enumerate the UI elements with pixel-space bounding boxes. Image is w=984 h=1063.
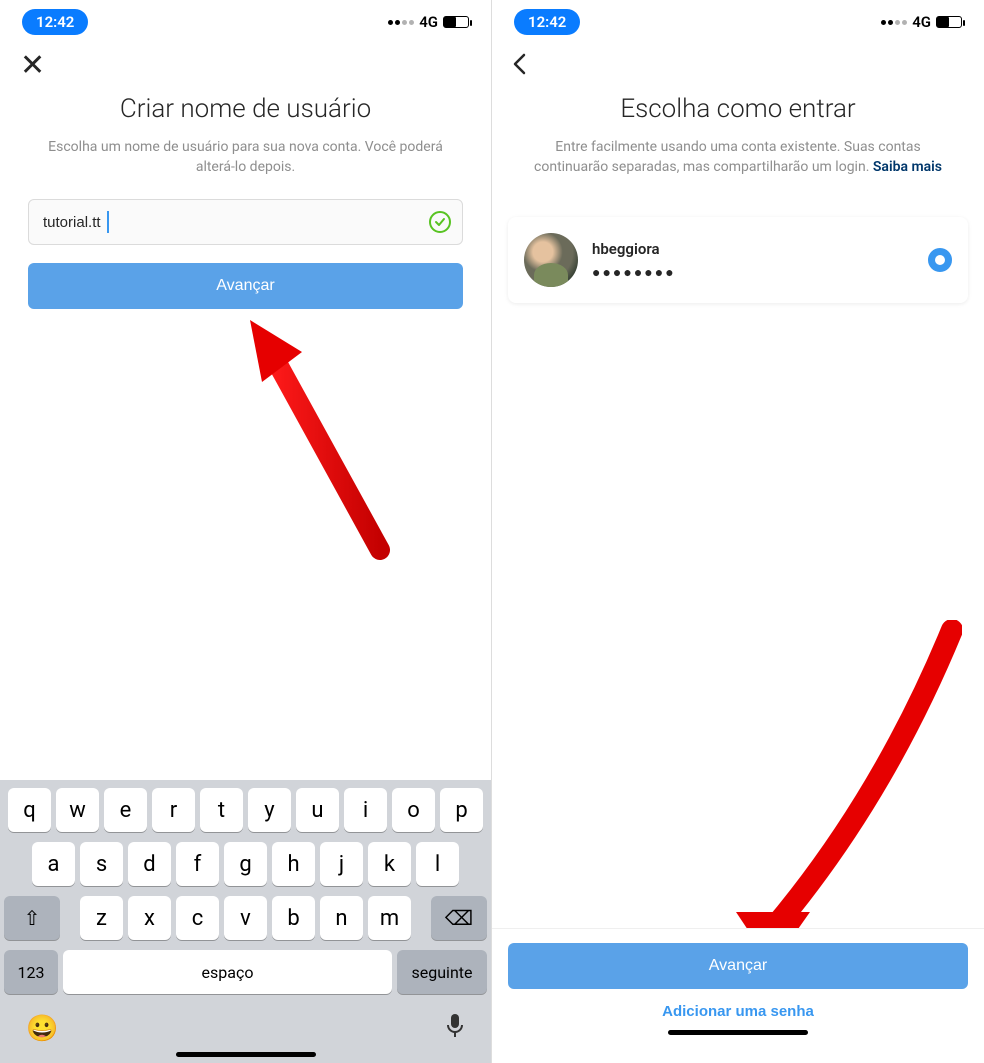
emoji-key[interactable]: 😀	[26, 1014, 58, 1044]
key-x[interactable]: x	[128, 896, 171, 940]
status-time: 12:42	[22, 9, 88, 35]
key-v[interactable]: v	[224, 896, 267, 940]
numbers-key[interactable]: 123	[4, 950, 58, 994]
account-password-masked: ●●●●●●●●	[592, 264, 914, 281]
key-t[interactable]: t	[200, 788, 243, 832]
key-i[interactable]: i	[344, 788, 387, 832]
avatar	[524, 233, 578, 287]
next-button[interactable]: Avançar	[508, 943, 968, 989]
page-subtitle: Entre facilmente usando uma conta existe…	[520, 138, 956, 177]
key-h[interactable]: h	[272, 842, 315, 886]
key-u[interactable]: u	[296, 788, 339, 832]
next-button[interactable]: Avançar	[28, 263, 463, 309]
key-z[interactable]: z	[80, 896, 123, 940]
close-icon[interactable]: ✕	[20, 51, 45, 81]
page-title: Criar nome de usuário	[28, 94, 463, 124]
key-p[interactable]: p	[440, 788, 483, 832]
signal-icon	[388, 20, 414, 25]
home-indicator	[668, 1030, 808, 1035]
status-bar: 12:42 4G	[492, 0, 984, 44]
annotation-arrow-icon	[230, 310, 400, 570]
signal-icon	[881, 20, 907, 25]
account-username: hbeggiora	[592, 240, 914, 258]
add-password-link[interactable]: Adicionar uma senha	[508, 1003, 968, 1020]
key-w[interactable]: w	[56, 788, 99, 832]
key-o[interactable]: o	[392, 788, 435, 832]
key-b[interactable]: b	[272, 896, 315, 940]
network-label: 4G	[912, 13, 931, 31]
key-c[interactable]: c	[176, 896, 219, 940]
status-time: 12:42	[514, 9, 580, 35]
network-label: 4G	[419, 13, 438, 31]
status-indicators: 4G	[388, 13, 469, 31]
radio-selected-icon[interactable]	[928, 248, 952, 272]
keyboard-next-key[interactable]: seguinte	[397, 950, 487, 994]
backspace-key[interactable]: ⌫	[431, 896, 487, 940]
page-subtitle: Escolha um nome de usuário para sua nova…	[28, 138, 463, 177]
page-title: Escolha como entrar	[520, 94, 956, 124]
key-e[interactable]: e	[104, 788, 147, 832]
username-input-wrap	[28, 199, 463, 245]
battery-icon	[936, 16, 962, 28]
key-a[interactable]: a	[32, 842, 75, 886]
key-l[interactable]: l	[416, 842, 459, 886]
key-g[interactable]: g	[224, 842, 267, 886]
space-key[interactable]: espaço	[63, 950, 392, 994]
home-indicator	[176, 1052, 316, 1057]
key-m[interactable]: m	[368, 896, 411, 940]
battery-icon	[443, 16, 469, 28]
mic-icon[interactable]	[445, 1013, 465, 1045]
key-y[interactable]: y	[248, 788, 291, 832]
key-k[interactable]: k	[368, 842, 411, 886]
key-d[interactable]: d	[128, 842, 171, 886]
key-n[interactable]: n	[320, 896, 363, 940]
keyboard: qwertyuiop asdfghjkl ⇧ zxcvbnm ⌫ 123 esp…	[0, 780, 491, 1063]
shift-key[interactable]: ⇧	[4, 896, 60, 940]
username-input[interactable]	[28, 199, 463, 245]
text-caret	[107, 211, 109, 233]
key-q[interactable]: q	[8, 788, 51, 832]
key-r[interactable]: r	[152, 788, 195, 832]
account-option[interactable]: hbeggiora ●●●●●●●●	[508, 217, 968, 303]
check-circle-icon	[429, 211, 451, 233]
key-j[interactable]: j	[320, 842, 363, 886]
learn-more-link[interactable]: Saiba mais	[873, 159, 942, 175]
key-s[interactable]: s	[80, 842, 123, 886]
key-f[interactable]: f	[176, 842, 219, 886]
back-icon[interactable]	[512, 52, 526, 80]
annotation-arrow-icon	[702, 620, 962, 960]
status-bar: 12:42 4G	[0, 0, 491, 44]
status-indicators: 4G	[881, 13, 962, 31]
